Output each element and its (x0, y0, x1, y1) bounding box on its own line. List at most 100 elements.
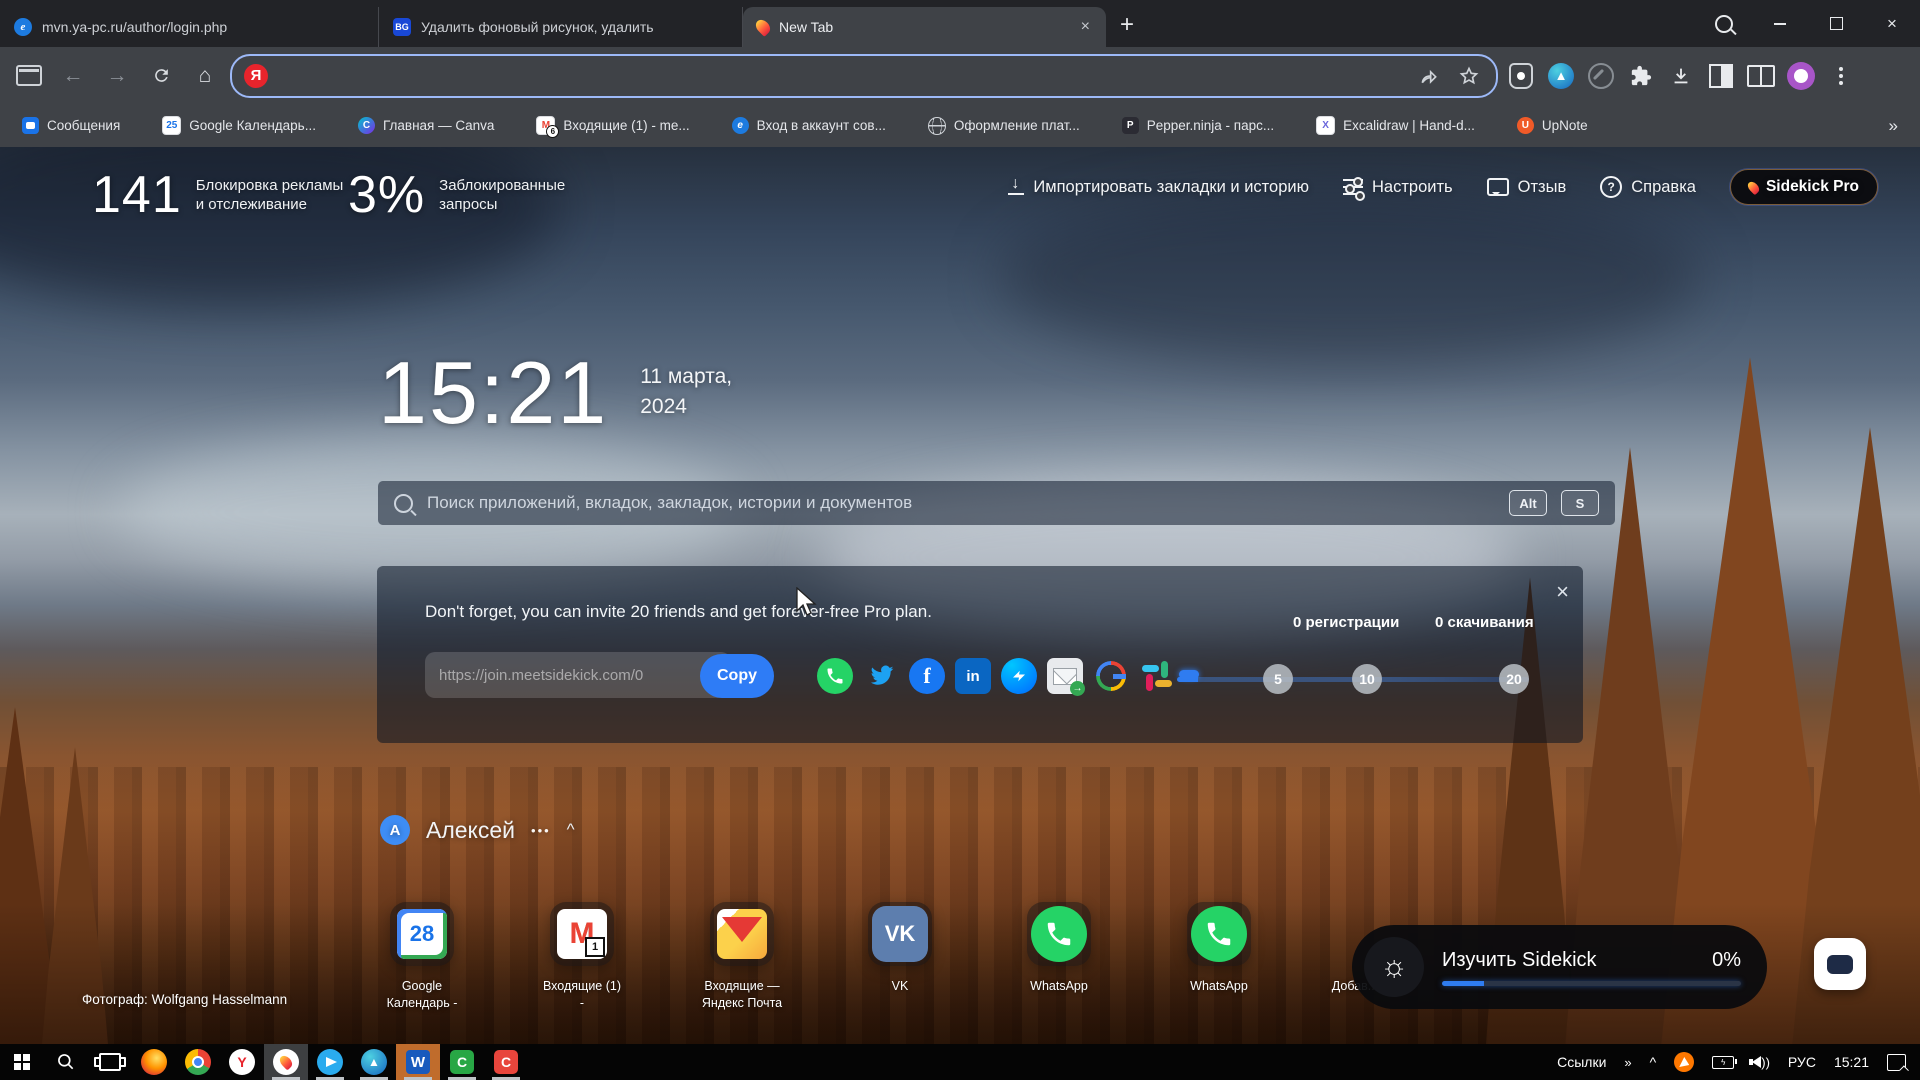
whatsapp-share-icon[interactable] (817, 658, 853, 694)
browser-menu-kebab-icon[interactable] (1824, 59, 1858, 93)
language-indicator[interactable]: РУС (1788, 1054, 1816, 1070)
tab-new-tab[interactable]: New Tab × (743, 7, 1106, 47)
collapse-chevron-icon[interactable]: ^ (567, 820, 575, 840)
import-bookmarks-button[interactable]: Импортировать закладки и историю (1008, 178, 1309, 197)
invite-friends-card: × Don't forget, you can invite 20 friend… (377, 566, 1583, 743)
avast-tray-icon[interactable] (1674, 1052, 1694, 1072)
facebook-share-icon[interactable]: f (909, 658, 945, 694)
disabled-compass-icon[interactable] (1584, 59, 1618, 93)
taskbar-recorder-red[interactable]: C (484, 1044, 528, 1080)
tab-search-icon[interactable] (1696, 0, 1752, 47)
taskbar-camtasia-green[interactable]: C (440, 1044, 484, 1080)
reload-icon[interactable] (142, 57, 180, 95)
bookmark-payment[interactable]: Оформление плат... (928, 117, 1080, 135)
links-overflow-chevron[interactable]: » (1624, 1055, 1631, 1070)
taskbar-sidekick[interactable] (264, 1044, 308, 1080)
contrast-panel-icon[interactable] (1704, 59, 1738, 93)
minimize-button[interactable] (1752, 0, 1808, 47)
bookmarks-bar: Сообщения 25 Google Календарь... C Главн… (0, 104, 1920, 147)
browser-toolbar: ← → ⌂ Я ▲ (0, 47, 1920, 104)
copy-button[interactable]: Copy (700, 654, 774, 698)
bookmark-star-icon[interactable] (1454, 61, 1484, 91)
downloads-icon[interactable] (1664, 59, 1698, 93)
forward-icon[interactable]: → (98, 57, 136, 95)
stat-label: Блокировка рекламы (196, 177, 344, 194)
bookmark-account-login[interactable]: e Вход в аккаунт сов... (732, 117, 886, 134)
taskbar-navigation-app[interactable]: ▲ (352, 1044, 396, 1080)
slack-share-icon[interactable] (1139, 658, 1175, 694)
tab-background-remover[interactable]: BG Удалить фоновый рисунок, удалить (379, 7, 743, 47)
app-whatsapp-2[interactable]: WhatsApp (1149, 902, 1289, 995)
user-avatar[interactable]: A (380, 815, 410, 845)
messenger-share-icon[interactable] (1001, 658, 1037, 694)
bookmarks-overflow-chevron[interactable]: » (1889, 116, 1898, 136)
question-icon: ? (1600, 176, 1622, 198)
links-toolbar-label[interactable]: Ссылки (1557, 1054, 1606, 1070)
help-button[interactable]: ? Справка (1600, 176, 1696, 198)
taskbar-yandex-browser[interactable]: Y (220, 1044, 264, 1080)
app-yandex-mail[interactable]: Входящие —Яндекс Почта (672, 902, 812, 1012)
close-button[interactable]: × (1864, 0, 1920, 47)
battery-icon[interactable]: ϟ (1712, 1056, 1734, 1069)
home-icon[interactable]: ⌂ (186, 57, 224, 95)
start-button[interactable] (0, 1044, 44, 1080)
customize-button[interactable]: Настроить (1343, 178, 1453, 197)
profile-menu-dots-icon[interactable]: ••• (531, 823, 551, 838)
adblock-stat: 141 Блокировка рекламы и отслеживание (92, 165, 343, 225)
taskbar-firefox[interactable] (132, 1044, 176, 1080)
blue-extension-icon[interactable]: ▲ (1544, 59, 1578, 93)
share-icon[interactable] (1414, 61, 1444, 91)
twitter-share-icon[interactable] (863, 658, 899, 694)
taskbar-word[interactable]: W (396, 1044, 440, 1080)
app-label: - (580, 996, 584, 1010)
progress-thumb[interactable] (1179, 670, 1199, 679)
tray-expand-chevron[interactable]: ^ (1650, 1054, 1657, 1070)
taskbar-clock[interactable]: 15:21 (1834, 1054, 1869, 1070)
tab-close-icon[interactable]: × (1079, 18, 1092, 36)
feedback-button[interactable]: Отзыв (1487, 178, 1567, 197)
sidekick-tour-widget[interactable]: ☼ Изучить Sidekick 0% (1352, 925, 1767, 1009)
bookmark-label: Вход в аккаунт сов... (757, 118, 886, 133)
email-share-icon[interactable]: → (1047, 658, 1083, 694)
notification-center-icon[interactable] (1887, 1054, 1906, 1071)
tab-title: Удалить фоновый рисунок, удалить (421, 19, 728, 35)
back-icon[interactable]: ← (54, 57, 92, 95)
invite-link-input[interactable]: https://join.meetsidekick.com/0 (425, 652, 731, 698)
app-gmail[interactable]: M1 Входящие (1)- (512, 902, 652, 1012)
new-tab-button[interactable]: + (1120, 11, 1134, 39)
google-share-icon[interactable] (1093, 658, 1129, 694)
split-columns-icon[interactable] (1744, 59, 1778, 93)
pepper-icon: P (1122, 117, 1139, 134)
bg-favicon: BG (393, 18, 411, 36)
bookmark-canva[interactable]: C Главная — Canva (358, 117, 494, 134)
support-chat-button[interactable] (1814, 938, 1866, 990)
extensions-puzzle-icon[interactable] (1624, 59, 1658, 93)
profile-avatar[interactable] (1784, 59, 1818, 93)
privacy-lightbulb-icon[interactable] (1504, 59, 1538, 93)
bookmark-excalidraw[interactable]: X Excalidraw | Hand-d... (1316, 116, 1475, 135)
bookmark-messages[interactable]: Сообщения (22, 117, 120, 134)
tab-login[interactable]: e mvn.ya-pc.ru/author/login.php (0, 7, 379, 47)
task-view-icon[interactable] (88, 1044, 132, 1080)
milestone-20: 20 (1499, 664, 1529, 694)
taskbar-telegram[interactable] (308, 1044, 352, 1080)
maximize-button[interactable] (1808, 0, 1864, 47)
milestone-10: 10 (1352, 664, 1382, 694)
bookmark-pepper-ninja[interactable]: P Pepper.ninja - парс... (1122, 117, 1274, 134)
chat-bubble-icon (22, 117, 39, 134)
taskbar-chrome[interactable] (176, 1044, 220, 1080)
app-whatsapp-1[interactable]: WhatsApp (989, 902, 1129, 995)
bookmark-google-calendar[interactable]: 25 Google Календарь... (162, 116, 316, 135)
sidekick-pro-button[interactable]: Sidekick Pro (1730, 169, 1878, 205)
address-bar[interactable]: Я (230, 54, 1498, 98)
app-vk[interactable]: VK VK (830, 902, 970, 995)
linkedin-share-icon[interactable]: in (955, 658, 991, 694)
bookmark-upnote[interactable]: U UpNote (1517, 117, 1588, 134)
bookmark-gmail-inbox[interactable]: M6 Входящие (1) - me... (536, 116, 689, 135)
app-google-calendar[interactable]: 28 GoogleКалендарь - (352, 902, 492, 1012)
search-placeholder: Поиск приложений, вкладок, закладок, ист… (427, 493, 1495, 513)
newtab-search-input[interactable]: Поиск приложений, вкладок, закладок, ист… (378, 481, 1615, 525)
taskbar-search-icon[interactable] (44, 1044, 88, 1080)
volume-icon[interactable]: )) (1752, 1055, 1770, 1070)
sidebar-toggle-icon[interactable] (10, 57, 48, 95)
